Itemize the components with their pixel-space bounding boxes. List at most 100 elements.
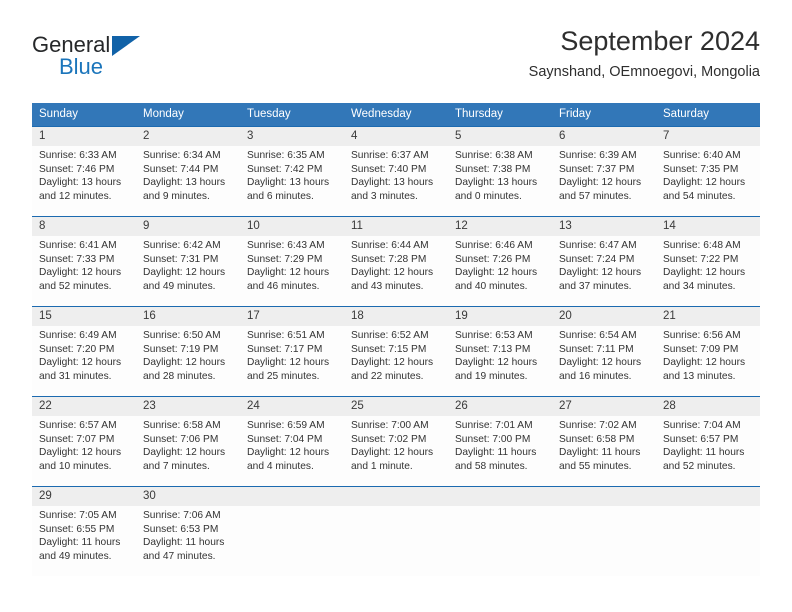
daylight-text-line2: and 6 minutes.	[247, 190, 314, 202]
sunset-text: Sunset: 6:53 PM	[143, 523, 219, 535]
day-cell[interactable]: 8 Sunrise: 6:41 AM Sunset: 7:33 PM Daylight…	[32, 217, 136, 306]
sunset-text: Sunset: 7:20 PM	[39, 343, 115, 355]
daylight-text-line2: and 16 minutes.	[559, 370, 632, 382]
day-cell[interactable]: 13 Sunrise: 6:47 AM Sunset: 7:24 PM Dayligh…	[552, 217, 656, 306]
day-cell[interactable]: 1 Sunrise: 6:33 AM Sunset: 7:46 PM Daylight…	[32, 127, 136, 216]
day-cell[interactable]: 21 Sunrise: 6:56 AM Sunset: 7:09 PM Dayligh…	[656, 307, 760, 396]
sunrise-text: Sunrise: 6:38 AM	[455, 150, 533, 161]
day-number: 21	[656, 307, 760, 326]
day-cell[interactable]: 22 Sunrise: 6:57 AM Sunset: 7:07 PM Dayligh…	[32, 397, 136, 486]
sunset-text: Sunset: 7:46 PM	[39, 163, 115, 175]
day-cell[interactable]: 23 Sunrise: 6:58 AM Sunset: 7:06 PM Dayligh…	[136, 397, 240, 486]
day-details	[552, 506, 656, 513]
day-cell[interactable]: 29 Sunrise: 7:05 AM Sunset: 6:55 PM Dayligh…	[32, 487, 136, 576]
day-cell-empty[interactable]	[240, 487, 344, 576]
day-number: 12	[448, 217, 552, 236]
day-cell[interactable]: 12 Sunrise: 6:46 AM Sunset: 7:26 PM Dayligh…	[448, 217, 552, 306]
day-cell[interactable]: 16 Sunrise: 6:50 AM Sunset: 7:19 PM Dayligh…	[136, 307, 240, 396]
day-cell-empty[interactable]	[552, 487, 656, 576]
daylight-text-line1: Daylight: 12 hours	[455, 357, 538, 369]
sunrise-text: Sunrise: 6:47 AM	[559, 240, 637, 251]
day-cell[interactable]: 5 Sunrise: 6:38 AM Sunset: 7:38 PM Daylight…	[448, 127, 552, 216]
sunset-text: Sunset: 7:35 PM	[663, 163, 739, 175]
sunrise-text: Sunrise: 6:35 AM	[247, 150, 325, 161]
sunrise-text: Sunrise: 6:52 AM	[351, 330, 429, 341]
sunrise-text: Sunrise: 7:00 AM	[351, 420, 429, 431]
daylight-text-line2: and 22 minutes.	[351, 370, 424, 382]
sunset-text: Sunset: 7:40 PM	[351, 163, 427, 175]
sunrise-text: Sunrise: 6:46 AM	[455, 240, 533, 251]
day-cell[interactable]: 9 Sunrise: 6:42 AM Sunset: 7:31 PM Daylight…	[136, 217, 240, 306]
day-details: Sunrise: 6:49 AM Sunset: 7:20 PM Daylight:…	[32, 326, 136, 387]
day-cell[interactable]: 11 Sunrise: 6:44 AM Sunset: 7:28 PM Dayligh…	[344, 217, 448, 306]
day-cell[interactable]: 20 Sunrise: 6:54 AM Sunset: 7:11 PM Dayligh…	[552, 307, 656, 396]
day-number: 20	[552, 307, 656, 326]
daylight-text-line2: and 12 minutes.	[39, 190, 112, 202]
daylight-text-line2: and 1 minute.	[351, 460, 413, 472]
day-cell[interactable]: 14 Sunrise: 6:48 AM Sunset: 7:22 PM Dayligh…	[656, 217, 760, 306]
day-number: 15	[32, 307, 136, 326]
day-number: 7	[656, 127, 760, 146]
day-number: 19	[448, 307, 552, 326]
week-row: 22 Sunrise: 6:57 AM Sunset: 7:07 PM Dayligh…	[32, 396, 760, 486]
daylight-text-line1: Daylight: 12 hours	[559, 267, 642, 279]
day-cell[interactable]: 4 Sunrise: 6:37 AM Sunset: 7:40 PM Daylight…	[344, 127, 448, 216]
day-details: Sunrise: 6:59 AM Sunset: 7:04 PM Daylight:…	[240, 416, 344, 477]
daylight-text-line1: Daylight: 12 hours	[351, 357, 434, 369]
sunrise-text: Sunrise: 6:51 AM	[247, 330, 325, 341]
page-header: General Blue September 2024 Saynshand, O…	[32, 24, 760, 94]
day-cell[interactable]: 25 Sunrise: 7:00 AM Sunset: 7:02 PM Dayligh…	[344, 397, 448, 486]
day-details: Sunrise: 6:48 AM Sunset: 7:22 PM Daylight:…	[656, 236, 760, 297]
day-cell[interactable]: 7 Sunrise: 6:40 AM Sunset: 7:35 PM Daylight…	[656, 127, 760, 216]
daylight-text-line2: and 0 minutes.	[455, 190, 522, 202]
day-cell[interactable]: 6 Sunrise: 6:39 AM Sunset: 7:37 PM Daylight…	[552, 127, 656, 216]
day-cell[interactable]: 15 Sunrise: 6:49 AM Sunset: 7:20 PM Dayligh…	[32, 307, 136, 396]
day-cell[interactable]: 18 Sunrise: 6:52 AM Sunset: 7:15 PM Dayligh…	[344, 307, 448, 396]
sunset-text: Sunset: 7:15 PM	[351, 343, 427, 355]
daylight-text-line2: and 3 minutes.	[351, 190, 418, 202]
day-details: Sunrise: 7:04 AM Sunset: 6:57 PM Daylight:…	[656, 416, 760, 477]
day-cell[interactable]: 19 Sunrise: 6:53 AM Sunset: 7:13 PM Dayligh…	[448, 307, 552, 396]
day-cell-empty[interactable]	[448, 487, 552, 576]
day-details: Sunrise: 6:43 AM Sunset: 7:29 PM Daylight:…	[240, 236, 344, 297]
daylight-text-line1: Daylight: 12 hours	[663, 177, 746, 189]
sunrise-text: Sunrise: 7:06 AM	[143, 510, 221, 521]
day-number: 25	[344, 397, 448, 416]
daylight-text-line1: Daylight: 12 hours	[143, 447, 226, 459]
day-cell-empty[interactable]	[656, 487, 760, 576]
day-cell[interactable]: 24 Sunrise: 6:59 AM Sunset: 7:04 PM Dayligh…	[240, 397, 344, 486]
day-cell[interactable]: 26 Sunrise: 7:01 AM Sunset: 7:00 PM Dayligh…	[448, 397, 552, 486]
page-title: September 2024	[560, 26, 760, 56]
daylight-text-line1: Daylight: 12 hours	[247, 357, 330, 369]
day-number: 23	[136, 397, 240, 416]
week-row: 8 Sunrise: 6:41 AM Sunset: 7:33 PM Daylight…	[32, 216, 760, 306]
sunset-text: Sunset: 7:28 PM	[351, 253, 427, 265]
daylight-text-line1: Daylight: 12 hours	[663, 357, 746, 369]
sunset-text: Sunset: 7:07 PM	[39, 433, 115, 445]
day-cell[interactable]: 3 Sunrise: 6:35 AM Sunset: 7:42 PM Daylight…	[240, 127, 344, 216]
daylight-text-line1: Daylight: 13 hours	[247, 177, 330, 189]
week-row: 1 Sunrise: 6:33 AM Sunset: 7:46 PM Daylight…	[32, 126, 760, 216]
day-cell[interactable]: 17 Sunrise: 6:51 AM Sunset: 7:17 PM Dayligh…	[240, 307, 344, 396]
day-cell-empty[interactable]	[344, 487, 448, 576]
sunrise-text: Sunrise: 6:37 AM	[351, 150, 429, 161]
sunrise-text: Sunrise: 7:01 AM	[455, 420, 533, 431]
day-cell[interactable]: 2 Sunrise: 6:34 AM Sunset: 7:44 PM Daylight…	[136, 127, 240, 216]
day-cell[interactable]: 30 Sunrise: 7:06 AM Sunset: 6:53 PM Dayligh…	[136, 487, 240, 576]
day-number	[448, 487, 552, 506]
sunset-text: Sunset: 7:00 PM	[455, 433, 531, 445]
day-details: Sunrise: 6:33 AM Sunset: 7:46 PM Daylight:…	[32, 146, 136, 207]
daylight-text-line1: Daylight: 12 hours	[559, 177, 642, 189]
day-details	[344, 506, 448, 513]
weekday-header-saturday: Saturday	[663, 108, 710, 120]
sunset-text: Sunset: 7:26 PM	[455, 253, 531, 265]
generalblue-logo[interactable]: General Blue	[32, 32, 172, 84]
day-cell[interactable]: 10 Sunrise: 6:43 AM Sunset: 7:29 PM Dayligh…	[240, 217, 344, 306]
day-details: Sunrise: 6:40 AM Sunset: 7:35 PM Daylight:…	[656, 146, 760, 207]
day-cell[interactable]: 27 Sunrise: 7:02 AM Sunset: 6:58 PM Dayligh…	[552, 397, 656, 486]
day-cell[interactable]: 28 Sunrise: 7:04 AM Sunset: 6:57 PM Dayligh…	[656, 397, 760, 486]
day-number	[656, 487, 760, 506]
daylight-text-line2: and 31 minutes.	[39, 370, 112, 382]
weekday-header-row: Sunday Monday Tuesday Wednesday Thursday…	[32, 103, 760, 126]
title-block: September 2024 Saynshand, OEmnoegovi, Mo…	[529, 24, 760, 83]
